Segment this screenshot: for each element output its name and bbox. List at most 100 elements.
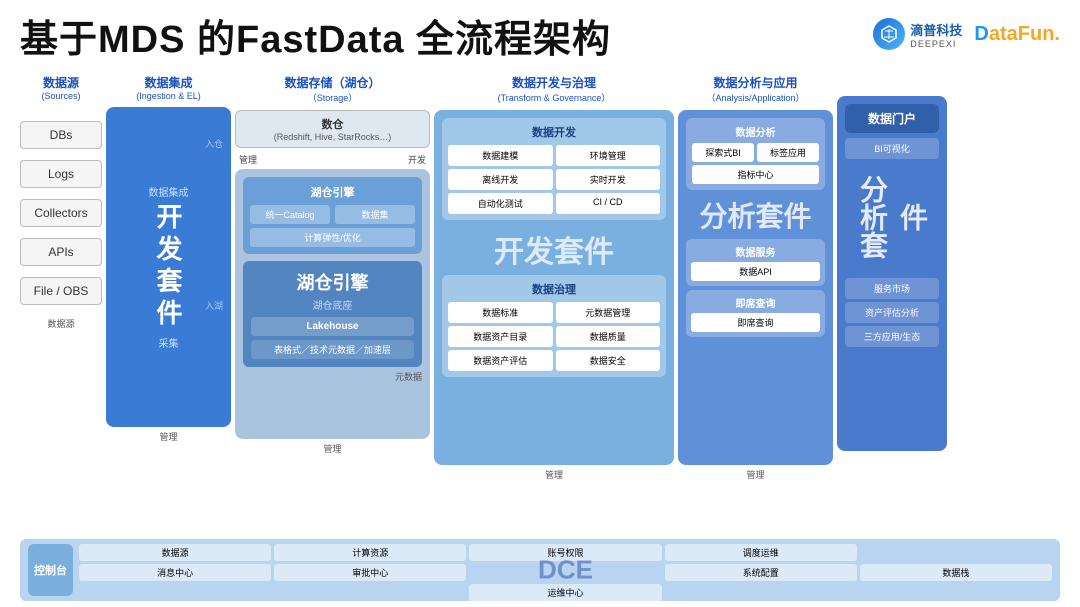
storage-kaifu-label: 开发 bbox=[408, 153, 426, 166]
dev-item-4: 自动化测试 bbox=[448, 193, 553, 214]
analysis-manage-label: 管理 bbox=[678, 468, 833, 481]
dev-item-1: 环境管理 bbox=[556, 145, 661, 166]
ingestion-sub-label: 采集 bbox=[159, 335, 179, 350]
gov-section: 数据治理 数据标准 元数据管理 数据资产目录 数据质量 数据资产评估 数据安全 bbox=[442, 275, 666, 377]
data-service-title: 数据服务 bbox=[691, 244, 820, 259]
portal-big-text: 分析套件 bbox=[852, 162, 932, 272]
immediate-query-section: 即席查询 即席查询 bbox=[686, 290, 825, 337]
dev-title: 数据开发 bbox=[448, 124, 660, 140]
source-apis: APIs bbox=[20, 238, 102, 266]
analysis-section: 数据分析 探索式BI 标签应用 指标中心 bbox=[686, 118, 825, 190]
dev-item-3: 实时开发 bbox=[556, 169, 661, 190]
bc-4 bbox=[860, 544, 1052, 561]
bc-2: 账号权限 bbox=[469, 544, 661, 561]
bc-9: 数据栈 bbox=[860, 564, 1052, 581]
analysis-bi: 探索式BI bbox=[692, 143, 754, 162]
gov-item-4: 数据资产评估 bbox=[448, 350, 553, 371]
data-api: 数据API bbox=[691, 262, 820, 281]
storage-top-box: 数仓 (Redshift, Hive, StarRocks…) bbox=[235, 110, 430, 148]
lakehouse-big-title: 湖仓引擎 bbox=[251, 269, 414, 295]
devgov-header-en: (Transform & Governance） bbox=[434, 91, 674, 104]
bc-11 bbox=[274, 584, 466, 601]
we-shujuji: 数据集 bbox=[335, 205, 415, 224]
bc-10 bbox=[79, 584, 271, 601]
deepexi-text: 滴普科技 DEEPEXI bbox=[910, 20, 962, 49]
ingestion-big-text: 开发套件 bbox=[150, 203, 187, 331]
storage-header-zh: 数据存储（湖仓） bbox=[235, 74, 430, 91]
lakehouse-tech: 表格式／技术元数据／加速层 bbox=[251, 340, 414, 359]
deepexi-icon bbox=[873, 18, 905, 50]
ingestion-header-zh: 数据集成 bbox=[106, 74, 231, 91]
bc-14 bbox=[860, 584, 1052, 601]
analysis-big-kit: 分析套件 bbox=[686, 195, 825, 235]
storage-header-en: （Storage） bbox=[235, 91, 430, 104]
bc-8: 系统配置 bbox=[665, 564, 857, 581]
col-ingestion: 数据集成 (Ingestion & EL) 数据集成 开发套件 采集 入仓 入湖… bbox=[106, 74, 231, 534]
gov-item-0: 数据标准 bbox=[448, 302, 553, 323]
storage-dw-title: 数仓 bbox=[244, 116, 421, 132]
analysis-tag: 标签应用 bbox=[757, 143, 819, 162]
portal-box: 数据门户 BI可视化 分析套件 服务市场 资产评估分析 三方应用/生态 bbox=[837, 96, 947, 451]
col-storage: 数据存储（湖仓） （Storage） 数仓 (Redshift, Hive, S… bbox=[235, 74, 430, 534]
lakehouse-name: Lakehouse bbox=[251, 317, 414, 336]
we-title: 湖仓引擎 bbox=[250, 184, 415, 200]
analysis-header-zh: 数据分析与应用 bbox=[678, 74, 833, 91]
dev-item-5: CI / CD bbox=[556, 193, 661, 214]
source-collectors: Collectors bbox=[20, 199, 102, 227]
bc-1: 计算资源 bbox=[274, 544, 466, 561]
gov-item-3: 数据质量 bbox=[556, 326, 661, 347]
sources-bottom-label: 数据源 bbox=[20, 317, 102, 330]
analysis-box: 数据分析 探索式BI 标签应用 指标中心 分析套件 数据服务 数据API bbox=[678, 110, 833, 465]
col-portal: 数据门户 BI可视化 分析套件 服务市场 资产评估分析 三方应用/生态 bbox=[837, 74, 947, 534]
bc-13 bbox=[665, 584, 857, 601]
dev-section: 数据开发 数据建模 环境管理 离线开发 实时开发 自动化测试 CI / CD bbox=[442, 118, 666, 220]
diagram-container: 数据源 (Sources) DBs Logs Collectors APIs F… bbox=[20, 74, 1060, 534]
logos-area: 滴普科技 DEEPEXI DataFun. bbox=[873, 18, 1060, 50]
portal-third: 三方应用/生态 bbox=[845, 326, 939, 347]
we-compute: 计算弹性/优化 bbox=[250, 228, 415, 247]
devgov-box: 数据开发 数据建模 环境管理 离线开发 实时开发 自动化测试 CI / CD 开… bbox=[434, 110, 674, 465]
ruhu-label: 入湖 bbox=[205, 299, 223, 312]
devgov-bottom-manage: 管理 bbox=[434, 468, 674, 481]
devgov-big-kit: 开发套件 bbox=[442, 227, 666, 271]
immediate-query-item: 即席查询 bbox=[691, 313, 820, 332]
gov-item-2: 数据资产目录 bbox=[448, 326, 553, 347]
storage-metadata-label: 元数据 bbox=[243, 370, 422, 383]
source-file-obs: File / OBS bbox=[20, 277, 102, 305]
lakehouse-sub: 湖仓底座 bbox=[251, 297, 414, 312]
we-row1: 统一Catalog 数据集 bbox=[250, 205, 415, 224]
devgov-header-zh: 数据开发与治理 bbox=[434, 74, 674, 91]
storage-main: 湖仓引擎 统一Catalog 数据集 计算弹性/优化 湖仓引擎 湖仓底座 Lak… bbox=[235, 169, 430, 439]
source-logs: Logs bbox=[20, 160, 102, 188]
storage-dw-sub: (Redshift, Hive, StarRocks…) bbox=[244, 132, 421, 142]
control-panel: 控制台 bbox=[28, 544, 73, 596]
we-catalog: 统一Catalog bbox=[250, 205, 330, 224]
portal-service: 服务市场 bbox=[845, 278, 939, 299]
ingestion-header-en: (Ingestion & EL) bbox=[106, 91, 231, 101]
storage-manage-label: 管理 bbox=[239, 153, 257, 166]
bottom-grid: 数据源 计算资源 账号权限 调度运维 消息中心 审批中心 系统配置 数据栈 运维… bbox=[79, 544, 1052, 596]
source-dbs: DBs bbox=[20, 121, 102, 149]
analysis-zhibiao: 指标中心 bbox=[692, 165, 819, 184]
analysis-header-en: （Analysis/Application） bbox=[678, 91, 833, 104]
portal-title: 数据门户 bbox=[845, 104, 939, 133]
sources-list: DBs Logs Collectors APIs File / OBS bbox=[20, 121, 102, 311]
data-service-section: 数据服务 数据API bbox=[686, 239, 825, 286]
gov-item-1: 元数据管理 bbox=[556, 302, 661, 323]
page-wrapper: 基于MDS 的FastData 全流程架构 滴普科技 DEEPEXI DataF… bbox=[0, 0, 1080, 607]
dev-item-0: 数据建模 bbox=[448, 145, 553, 166]
gov-title: 数据治理 bbox=[448, 281, 660, 297]
gov-item-5: 数据安全 bbox=[556, 350, 661, 371]
gov-grid: 数据标准 元数据管理 数据资产目录 数据质量 数据资产评估 数据安全 bbox=[448, 302, 660, 371]
analysis-title: 数据分析 bbox=[692, 124, 819, 139]
bc-5: 消息中心 bbox=[79, 564, 271, 581]
dev-grid: 数据建模 环境管理 离线开发 实时开发 自动化测试 CI / CD bbox=[448, 145, 660, 214]
portal-bi: BI可视化 bbox=[845, 138, 939, 159]
col-analysis: 数据分析与应用 （Analysis/Application） 数据分析 探索式B… bbox=[678, 74, 833, 534]
ingestion-manage-label: 管理 bbox=[106, 430, 231, 443]
lakehouse-box: 湖仓引擎 湖仓底座 Lakehouse 表格式／技术元数据／加速层 bbox=[243, 261, 422, 367]
bc-6: 审批中心 bbox=[274, 564, 466, 581]
storage-bottom-manage: 管理 bbox=[235, 442, 430, 455]
deepexi-logo: 滴普科技 DEEPEXI bbox=[873, 18, 962, 50]
immediate-query-title: 即席查询 bbox=[691, 295, 820, 310]
